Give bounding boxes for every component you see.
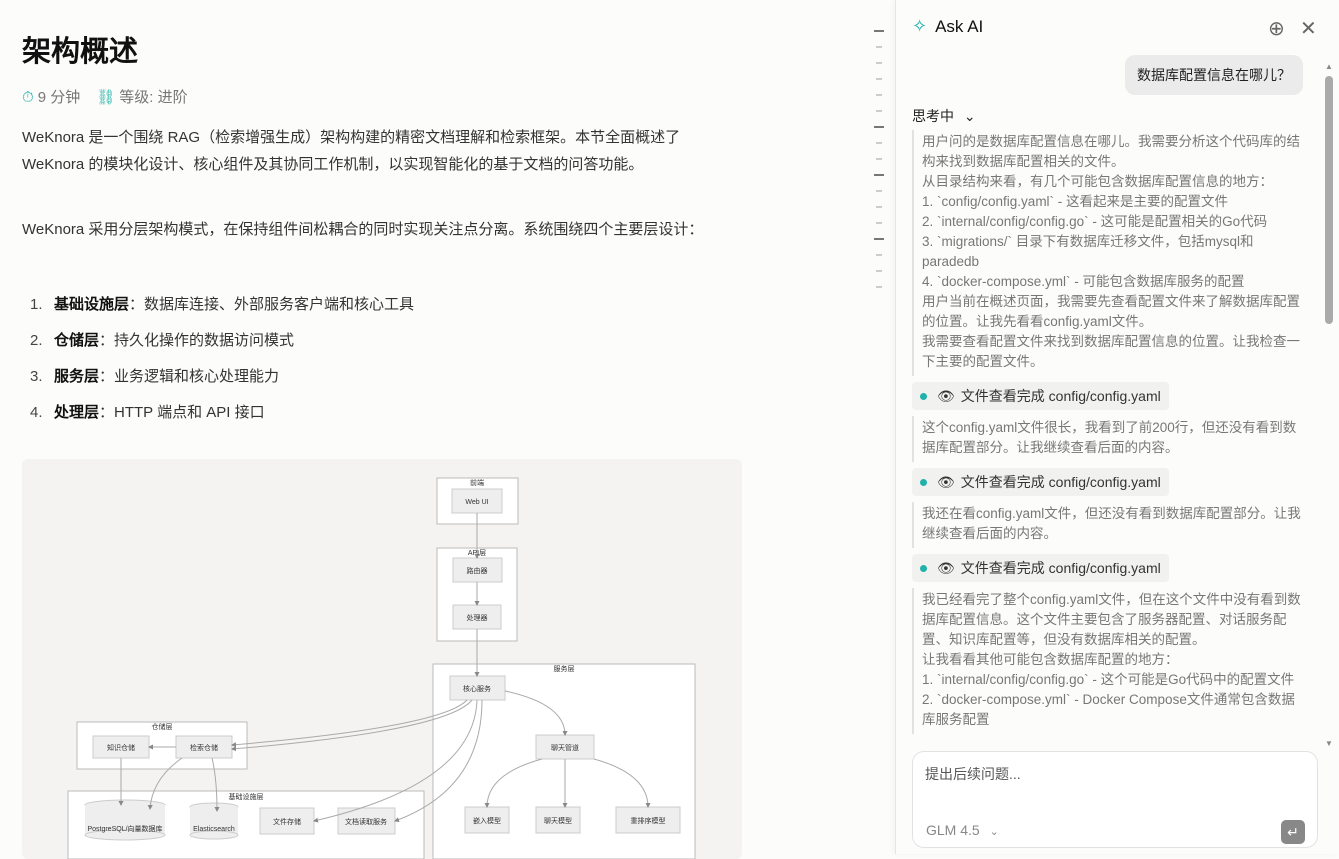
followup-input[interactable] [925, 764, 1305, 804]
tool-status[interactable]: 👁 文件查看完成 config/config.yaml [912, 382, 1169, 410]
diagram-repo: 仓储层 [152, 722, 173, 731]
diagram-core: 核心服务 [463, 684, 491, 693]
scrollbar[interactable]: ▲ ▼ [1325, 62, 1333, 748]
close-icon[interactable]: ✕ [1300, 16, 1317, 41]
diagram-service: 服务层 [554, 664, 575, 673]
diagram-kr: 知识仓储 [107, 743, 135, 752]
diagram-api: API层 [468, 549, 486, 557]
thought-block: 我还在看config.yaml文件，但还没有看到数据库配置部分。让我继续查看后面… [912, 502, 1307, 548]
eye-icon: 👁 [937, 560, 955, 576]
diagram-webui: Web UI [465, 499, 488, 506]
layers-paragraph: WeKnora 采用分层架构模式，在保持组件间松耦合的同时实现关注点分离。系统围… [22, 221, 704, 238]
page-title: 架构概述 [22, 36, 139, 68]
diagram-infra: 基础设施层 [229, 792, 264, 801]
intro-paragraph: WeKnora 是一个围绕 RAG（检索增强生成）架构构建的精密文档理解和检索框… [22, 129, 681, 173]
eye-icon: 👁 [937, 388, 955, 404]
toc-minimap[interactable] [873, 30, 885, 302]
ask-ai-panel: ✧ Ask AI ⊕ ✕ 数据库配置信息在哪儿？ 思考中 ⌄ 用户问的是数据库配置… [895, 0, 1339, 854]
send-button[interactable]: ↵ [1281, 820, 1305, 844]
eye-icon: 👁 [937, 474, 955, 490]
list-item: 2. 仓储层：持久化操作的数据访问模式 [30, 332, 295, 349]
diagram-pipeline: 聊天管道 [551, 743, 579, 752]
model-selector[interactable]: GLM 4.5 ⌄ [926, 822, 999, 838]
diagram-es: Elasticsearch [193, 826, 235, 833]
timer-icon: ⏱ [22, 89, 34, 106]
diagram-router: 路由器 [467, 566, 488, 575]
panel-title: Ask AI [935, 16, 984, 36]
chevron-down-icon: ⌄ [989, 826, 999, 838]
list-item: 4. 处理层：HTTP 端点和 API 接口 [30, 404, 265, 421]
architecture-diagram: 前端 Web UI API层 路由器 处理器 服务层 核心服务 聊天管道 嵌入模… [22, 459, 742, 859]
layer-list: 1. 基础设施层：数据库连接、外部服务客户端和核心工具 2. 仓储层：持久化操作的数… [30, 290, 414, 434]
diagram-pg: PostgreSQL/向量数据库 [87, 824, 162, 833]
article-meta: ⏱ 9 分钟 ⛓ 等级: 进阶 [22, 86, 188, 107]
article: 架构概述 ⏱ 9 分钟 ⛓ 等级: 进阶 WeKnora 是一个围绕 RAG（检索增… [0, 0, 860, 859]
panel-header: ✧ Ask AI [912, 16, 983, 37]
diagram-rerank: 重排序模型 [631, 816, 666, 825]
diagram-chat: 聊天模型 [544, 816, 572, 825]
diagram-fs: 文件存储 [273, 817, 301, 826]
new-chat-icon[interactable]: ⊕ [1268, 16, 1285, 41]
chat-scroll-area: 用户问的是数据库配置信息在哪儿。我需要分析这个代码库的结构来找到数据库配置相关的… [912, 130, 1307, 742]
thinking-toggle[interactable]: 思考中 ⌄ [912, 106, 976, 126]
level: 等级: 进阶 [119, 89, 188, 106]
enter-icon: ↵ [1287, 824, 1299, 840]
diagram-frontend: 前端 [470, 478, 484, 487]
list-item: 3. 服务层：业务逻辑和核心处理能力 [30, 368, 280, 385]
link-icon: ⛓ [96, 89, 116, 106]
tool-status[interactable]: 👁 文件查看完成 config/config.yaml [912, 468, 1169, 496]
diagram-handler: 处理器 [467, 613, 488, 622]
thought-block: 用户问的是数据库配置信息在哪儿。我需要分析这个代码库的结构来找到数据库配置相关的… [912, 130, 1307, 376]
diagram-rr: 检索仓储 [190, 743, 218, 752]
user-message: 数据库配置信息在哪儿？ [1125, 55, 1303, 95]
diagram-embed: 嵌入模型 [473, 816, 501, 825]
diagram-doc: 文档读取服务 [345, 817, 387, 826]
list-item: 1. 基础设施层：数据库连接、外部服务客户端和核心工具 [30, 296, 415, 313]
thought-block: 我已经看完了整个config.yaml文件，但在这个文件中没有看到数据库配置信息… [912, 588, 1307, 734]
sparkle-icon: ✧ [912, 16, 928, 36]
tool-status[interactable]: 👁 文件查看完成 config/config.yaml [912, 554, 1169, 582]
read-time: 9 分钟 [37, 89, 81, 106]
chevron-down-icon: ⌄ [963, 108, 976, 124]
thought-block: 这个config.yaml文件很长，我看到了前200行，但还没有看到数据库配置部… [912, 416, 1307, 462]
followup-input-box: GLM 4.5 ⌄ ↵ [912, 751, 1318, 848]
